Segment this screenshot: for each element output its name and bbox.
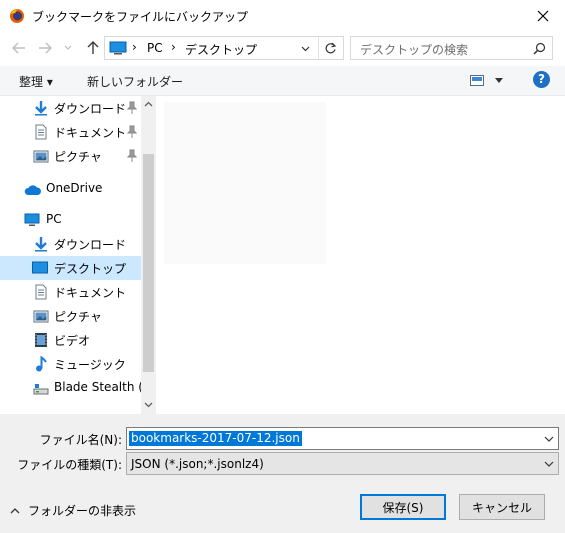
arrow-right-icon (39, 42, 52, 54)
breadcrumb-separator: › (171, 40, 176, 54)
nav-item-drive-c[interactable]: Blade Stealth (C: (0, 376, 155, 400)
address-bar[interactable]: › PC › デスクトップ (104, 36, 344, 60)
navigation-scrollbar[interactable] (141, 96, 156, 414)
breadcrumb-separator: › (132, 40, 137, 54)
desktop-icon (32, 261, 48, 274)
filename-label: ファイル名(N): (39, 433, 122, 447)
refresh-button[interactable] (318, 37, 342, 59)
nav-item-label: デスクトップ (54, 262, 127, 276)
pc-icon (24, 213, 40, 226)
back-button[interactable] (8, 37, 30, 59)
nav-item-label: OneDrive (46, 181, 103, 195)
breadcrumb-pc[interactable]: PC (147, 41, 163, 55)
nav-item-documents[interactable]: ドキュメント (0, 280, 141, 304)
chevron-down-icon (495, 78, 503, 83)
nav-item-label: PC (46, 212, 62, 226)
filename-value: bookmarks-2017-07-12.json (129, 431, 302, 446)
command-bar: 整理 ▾ 新しいフォルダー ? (0, 66, 565, 96)
chevron-down-icon (64, 45, 72, 50)
scroll-down-icon[interactable] (144, 402, 153, 408)
nav-item-pictures[interactable]: ピクチャ (0, 304, 141, 328)
nav-item-label: ドキュメント (54, 286, 127, 300)
chevron-up-icon (10, 507, 20, 513)
nav-item-quick-downloads[interactable]: ダウンロード (0, 96, 141, 120)
navigation-pane[interactable]: ダウンロード ドキュメント ピクチャ OneDrive PC ダウンロード デス… (0, 96, 156, 414)
organize-button[interactable]: 整理 ▾ (19, 73, 53, 90)
pc-icon (109, 41, 127, 55)
filetype-select[interactable]: JSON (*.json;*.jsonlz4) (126, 452, 559, 475)
scroll-up-icon[interactable] (144, 101, 153, 107)
recent-locations-button[interactable] (60, 37, 76, 59)
pin-icon[interactable] (126, 149, 138, 163)
download-icon (35, 101, 47, 116)
filetype-value: JSON (*.json;*.jsonlz4) (131, 457, 264, 471)
chevron-down-icon (544, 461, 554, 467)
nav-item-onedrive[interactable]: OneDrive (0, 177, 141, 201)
nav-item-label: ビデオ (54, 334, 91, 348)
forward-button[interactable] (34, 37, 56, 59)
pictures-icon (33, 150, 49, 163)
nav-item-label: ピクチャ (54, 150, 102, 164)
nav-item-label: ドキュメント (54, 126, 127, 140)
chevron-down-icon[interactable] (543, 433, 555, 445)
download-icon (35, 237, 47, 252)
toggle-folders-label: フォルダーの非表示 (28, 503, 137, 518)
pictures-icon (33, 310, 49, 323)
refresh-icon (325, 42, 337, 53)
help-button[interactable]: ? (533, 71, 550, 88)
close-button[interactable] (520, 0, 565, 32)
nav-item-label: ピクチャ (54, 310, 102, 324)
nav-item-label: ミュージック (54, 358, 126, 372)
breadcrumb-desktop[interactable]: デスクトップ (185, 41, 257, 58)
file-list[interactable] (156, 96, 565, 414)
onedrive-icon (24, 185, 41, 195)
arrow-left-icon (12, 42, 25, 54)
nav-item-label: ダウンロード (54, 238, 127, 252)
search-icon (533, 42, 546, 55)
chevron-down-icon[interactable] (301, 46, 310, 52)
nav-item-desktop[interactable]: デスクトップ (0, 256, 141, 280)
help-icon: ? (538, 72, 545, 86)
toggle-folders-button[interactable]: フォルダーの非表示 (10, 502, 140, 518)
video-icon (35, 333, 47, 347)
pin-icon[interactable] (126, 125, 138, 139)
document-icon (35, 124, 47, 140)
view-options-button[interactable] (470, 73, 506, 89)
filetype-label: ファイルの種類(T): (17, 458, 122, 472)
nav-item-quick-pictures[interactable]: ピクチャ (0, 144, 141, 168)
new-folder-button[interactable]: 新しいフォルダー (87, 73, 183, 90)
nav-item-quick-documents[interactable]: ドキュメント (0, 120, 141, 144)
nav-item-label: ダウンロード (54, 102, 127, 116)
save-button[interactable]: 保存(S) (360, 494, 446, 520)
search-placeholder: デスクトップの検索 (360, 43, 469, 57)
window-title: ブックマークをファイルにバックアップ (32, 10, 249, 24)
nav-item-pc[interactable]: PC (0, 208, 141, 232)
pin-icon[interactable] (126, 101, 138, 115)
scrollbar-thumb[interactable] (143, 154, 154, 372)
title-bar: ブックマークをファイルにバックアップ (0, 0, 565, 32)
up-button[interactable] (82, 37, 104, 59)
arrow-up-icon (87, 41, 99, 54)
view-icon (470, 75, 484, 86)
empty-area (164, 102, 326, 264)
close-icon (537, 10, 548, 22)
filename-input[interactable]: bookmarks-2017-07-12.json (126, 427, 559, 450)
nav-item-videos[interactable]: ビデオ (0, 328, 141, 352)
search-input[interactable]: デスクトップの検索 (350, 36, 553, 60)
nav-item-music[interactable]: ミュージック (0, 352, 141, 376)
cancel-button[interactable]: キャンセル (459, 494, 545, 520)
music-icon (36, 356, 47, 372)
firefox-icon (10, 9, 24, 23)
nav-item-downloads[interactable]: ダウンロード (0, 232, 141, 256)
drive-icon (33, 384, 49, 395)
document-icon (35, 284, 47, 300)
